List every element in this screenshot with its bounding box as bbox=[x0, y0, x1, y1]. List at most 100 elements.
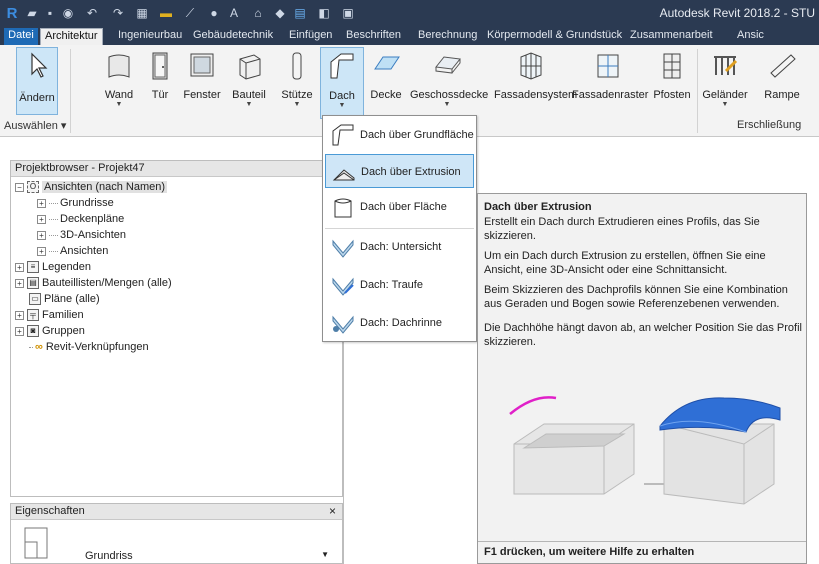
tree-node-families[interactable]: + ╤ Familien bbox=[15, 307, 84, 323]
type-selector[interactable]: Grundriss ▼ bbox=[17, 526, 333, 562]
redo-icon[interactable]: ↷ bbox=[110, 5, 126, 21]
curtain-system-button[interactable]: Fassadensystem bbox=[494, 47, 577, 117]
tab-view[interactable]: Ansic bbox=[733, 28, 768, 45]
text-icon[interactable]: A bbox=[226, 5, 242, 21]
select-group-label[interactable]: Auswählen ▾ bbox=[4, 119, 66, 132]
ramp-label: Rampe bbox=[764, 89, 800, 101]
tree-node-elevations[interactable]: + Ansichten bbox=[37, 243, 108, 259]
3d-view-icon[interactable]: ⌂ bbox=[250, 5, 266, 21]
mullion-icon bbox=[663, 53, 681, 79]
roof-by-footprint-icon bbox=[332, 124, 354, 146]
section-icon[interactable]: ◆ bbox=[272, 5, 288, 21]
door-icon bbox=[152, 52, 168, 80]
modify-button[interactable]: Ändern bbox=[16, 47, 58, 115]
floor-button[interactable]: Geschossdecke ▼ bbox=[410, 47, 488, 117]
chevron-down-icon[interactable]: ▼ bbox=[321, 550, 329, 559]
group-separator bbox=[697, 49, 698, 133]
roof-by-extrusion-icon bbox=[332, 169, 355, 181]
tab-annotate[interactable]: Beschriften bbox=[342, 28, 405, 45]
tree-node-revit-links[interactable]: ∞ Revit-Verknüpfungen bbox=[29, 339, 149, 355]
tooltip-paragraph: Um ein Dach durch Extrusion zu erstellen… bbox=[484, 250, 766, 276]
thin-lines-icon[interactable]: ▤ bbox=[292, 5, 308, 21]
roof-gutter-icon bbox=[332, 315, 354, 334]
roof-label: Dach bbox=[329, 90, 355, 102]
switch-windows-icon[interactable]: ▣ bbox=[340, 5, 356, 21]
column-button[interactable]: Stütze ▼ bbox=[280, 47, 314, 117]
tree-node-views[interactable]: − O Ansichten (nach Namen) bbox=[15, 179, 168, 195]
properties-header: Eigenschaften × bbox=[11, 504, 342, 520]
save-icon[interactable]: ▪ bbox=[42, 5, 58, 21]
tab-collaborate[interactable]: Zusammenarbeit bbox=[626, 28, 717, 45]
menu-item-roof-soffit[interactable]: Dach: Untersicht bbox=[325, 230, 474, 264]
open-icon[interactable]: ▰ bbox=[24, 5, 40, 21]
close-hidden-icon[interactable]: ◧ bbox=[316, 5, 332, 21]
expand-icon[interactable]: + bbox=[15, 278, 24, 288]
family-icon: ╤ bbox=[27, 309, 39, 322]
floor-dropdown-icon[interactable]: ▼ bbox=[410, 101, 484, 109]
type-name: Grundriss bbox=[85, 550, 133, 562]
railing-dropdown-icon[interactable]: ▼ bbox=[700, 101, 750, 109]
tree-node-legends[interactable]: + ≡ Legenden bbox=[15, 259, 91, 275]
tree-node-ceiling-plans[interactable]: + Deckenpläne bbox=[37, 211, 124, 227]
railing-button[interactable]: Geländer ▼ bbox=[700, 47, 750, 117]
tooltip-paragraph: Beim Skizzieren des Dachprofils können S… bbox=[484, 284, 788, 310]
roof-button[interactable]: Dach ▼ bbox=[320, 47, 364, 119]
ceiling-button[interactable]: Decke bbox=[368, 47, 404, 117]
expand-icon[interactable]: + bbox=[15, 262, 24, 272]
tab-analyze[interactable]: Berechnung bbox=[414, 28, 481, 45]
floor-icon bbox=[435, 56, 461, 74]
tag-icon[interactable]: ● bbox=[206, 5, 222, 21]
column-label: Stütze bbox=[281, 89, 313, 101]
print-icon[interactable]: ▦ bbox=[134, 5, 150, 21]
tab-systems[interactable]: Gebäudetechnik bbox=[189, 28, 277, 45]
tree-node-floor-plans[interactable]: + Grundrisse bbox=[37, 195, 114, 211]
door-button[interactable]: Tür bbox=[145, 47, 175, 117]
ramp-button[interactable]: Rampe bbox=[760, 47, 804, 117]
tab-structure[interactable]: Ingenieurbau bbox=[114, 28, 186, 45]
menu-item-roof-by-extrusion[interactable]: Dach über Extrusion bbox=[325, 154, 474, 188]
expand-icon[interactable]: + bbox=[37, 246, 46, 256]
expand-icon[interactable]: + bbox=[15, 326, 24, 336]
menu-item-roof-by-footprint[interactable]: Dach über Grundfläche bbox=[325, 118, 474, 152]
dimension-icon[interactable]: ⟋ bbox=[182, 5, 198, 21]
schedule-icon: ▤ bbox=[27, 277, 39, 290]
app-title: Autodesk Revit 2018.2 - STU bbox=[659, 6, 815, 20]
tree-node-sheets[interactable]: ▭ Pläne (alle) bbox=[29, 291, 100, 307]
tree-node-groups[interactable]: + ◙ Gruppen bbox=[15, 323, 85, 339]
component-dropdown-icon[interactable]: ▼ bbox=[228, 101, 270, 109]
roof-soffit-icon bbox=[332, 239, 354, 258]
window-button[interactable]: Fenster bbox=[180, 47, 224, 117]
close-icon[interactable]: × bbox=[329, 504, 336, 519]
tree-node-schedules[interactable]: + ▤ Bauteillisten/Mengen (alle) bbox=[15, 275, 172, 291]
cursor-arrow-icon bbox=[31, 52, 48, 78]
mullion-button[interactable]: Pfosten bbox=[650, 47, 694, 117]
roof-fascia-icon bbox=[332, 277, 354, 296]
menu-item-roof-fascia[interactable]: Dach: Traufe bbox=[325, 268, 474, 302]
undo-icon[interactable]: ↶ bbox=[84, 5, 100, 21]
tooltip-paragraph: Die Dachhöhe hängt davon ab, an welcher … bbox=[484, 322, 802, 348]
menu-item-roof-gutter[interactable]: Dach: Dachrinne bbox=[325, 306, 474, 340]
component-button[interactable]: Bauteil ▼ bbox=[228, 47, 270, 117]
mullion-label: Pfosten bbox=[653, 89, 691, 101]
tree-node-3d-views[interactable]: +3D-Ansichten bbox=[37, 227, 126, 243]
collapse-icon[interactable]: − bbox=[15, 182, 24, 192]
tab-insert[interactable]: Einfügen bbox=[285, 28, 336, 45]
tab-file[interactable]: Datei bbox=[4, 28, 38, 45]
expand-icon[interactable]: + bbox=[15, 310, 24, 320]
expand-icon[interactable]: + bbox=[37, 198, 46, 208]
tab-massing-site[interactable]: Körpermodell & Grundstück bbox=[483, 28, 626, 45]
roof-dropdown-icon[interactable]: ▼ bbox=[321, 102, 363, 110]
tab-architecture[interactable]: Architektur bbox=[40, 28, 103, 45]
tooltip-help-hint: F1 drücken, um weitere Hilfe zu erhalten bbox=[478, 541, 806, 563]
column-dropdown-icon[interactable]: ▼ bbox=[280, 101, 314, 109]
revit-logo-icon[interactable]: R bbox=[4, 5, 20, 22]
expand-icon[interactable]: + bbox=[37, 214, 46, 224]
expand-icon[interactable]: + bbox=[37, 230, 46, 240]
tooltip-panel: Dach über Extrusion Erstellt ein Dach du… bbox=[477, 193, 807, 564]
curtain-grid-button[interactable]: Fassadenraster bbox=[572, 47, 648, 117]
menu-item-roof-by-face[interactable]: Dach über Fläche bbox=[325, 190, 474, 224]
measure-icon[interactable]: ▬ bbox=[158, 5, 174, 21]
sync-icon[interactable]: ◉ bbox=[60, 5, 76, 21]
wall-dropdown-icon[interactable]: ▼ bbox=[100, 101, 138, 109]
wall-button[interactable]: Wand ▼ bbox=[100, 47, 138, 117]
